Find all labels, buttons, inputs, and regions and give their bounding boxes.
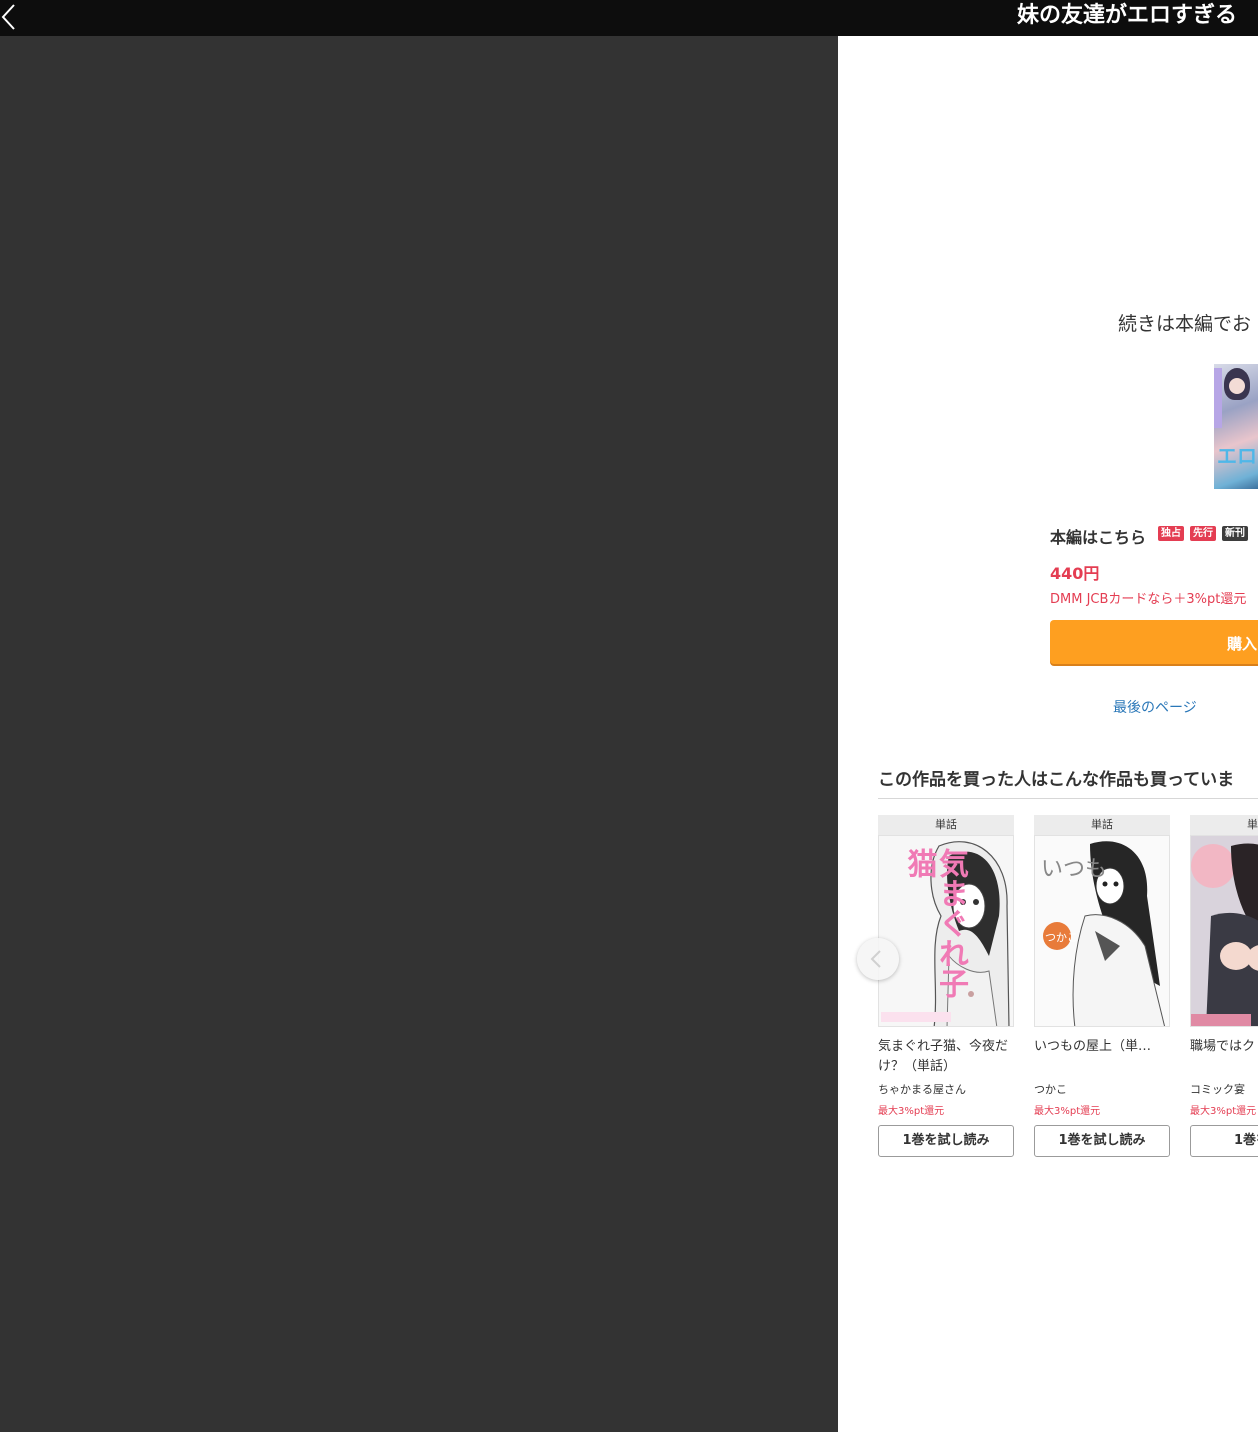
cover-logo: エロ: [1217, 444, 1257, 468]
page-title: 妹の友達がエロすぎる: [1017, 3, 1238, 28]
svg-text:いつも: いつも: [1041, 857, 1107, 882]
card-title[interactable]: 職場ではク が、自宅に: [1190, 1037, 1258, 1057]
continue-message: 続きは本編でお: [1118, 313, 1252, 335]
back-button[interactable]: [0, 0, 24, 36]
badge-new-release: 新刊: [1222, 526, 1248, 541]
book-cover[interactable]: エロ: [1214, 364, 1258, 489]
card-author[interactable]: コミック宴: [1190, 1081, 1245, 1097]
trial-read-button[interactable]: 1巻を試し読み: [1034, 1125, 1170, 1157]
trial-read-button[interactable]: 1巻を試し読み: [878, 1125, 1014, 1157]
buy-button-label: 購入: [1227, 635, 1258, 653]
badge-exclusive: 独占: [1158, 526, 1184, 541]
format-tag: 単行: [1190, 815, 1258, 835]
buy-button[interactable]: 購入: [1050, 620, 1258, 664]
heading-divider: [878, 798, 1258, 799]
card-cover-image[interactable]: [1190, 835, 1258, 1027]
chevron-left-icon: [870, 950, 881, 968]
badge-advance: 先行: [1190, 526, 1216, 541]
card-title[interactable]: いつもの屋上（単…: [1034, 1037, 1170, 1057]
svg-text:つかこ: つかこ: [1045, 931, 1078, 944]
card-author[interactable]: つかこ: [1034, 1081, 1067, 1097]
format-tag: 単話: [878, 815, 1014, 835]
card-points: 最大3%pt還元: [878, 1106, 945, 1117]
honpen-label: 本編はこちら: [1050, 528, 1147, 547]
card-author[interactable]: ちゃかまる屋さん: [878, 1081, 966, 1097]
carousel-prev-button[interactable]: [857, 938, 899, 980]
viewer-page-left[interactable]: [0, 36, 838, 1432]
card-title[interactable]: 気まぐれ子猫、今夜だけ？（単話）: [878, 1037, 1014, 1077]
format-tag: 単話: [1034, 815, 1170, 835]
campaign-text: DMM JCBカードなら＋3%pt還元: [1050, 592, 1247, 607]
trial-read-button[interactable]: 1巻を試: [1190, 1125, 1258, 1157]
card-points: 最大3%pt還元: [1190, 1106, 1257, 1117]
card-cover-image[interactable]: いつも つかこ: [1034, 835, 1170, 1027]
price: 440円: [1050, 564, 1100, 583]
card-cover-image[interactable]: 気まぐれ子猫: [878, 835, 1014, 1027]
viewer-topbar: 妹の友達がエロすぎる: [0, 0, 1258, 36]
end-of-sample-panel: 続きは本編でお エロ 本編はこちら 独占 先行 新刊 440円 DMM JCBカ…: [838, 36, 1258, 1432]
chevron-left-icon: [1, 4, 15, 30]
recommendations-heading: この作品を買った人はこんな作品も買っていま: [878, 770, 1235, 790]
card-points: 最大3%pt還元: [1034, 1106, 1101, 1117]
last-page-link[interactable]: 最後のページ: [1113, 697, 1197, 717]
